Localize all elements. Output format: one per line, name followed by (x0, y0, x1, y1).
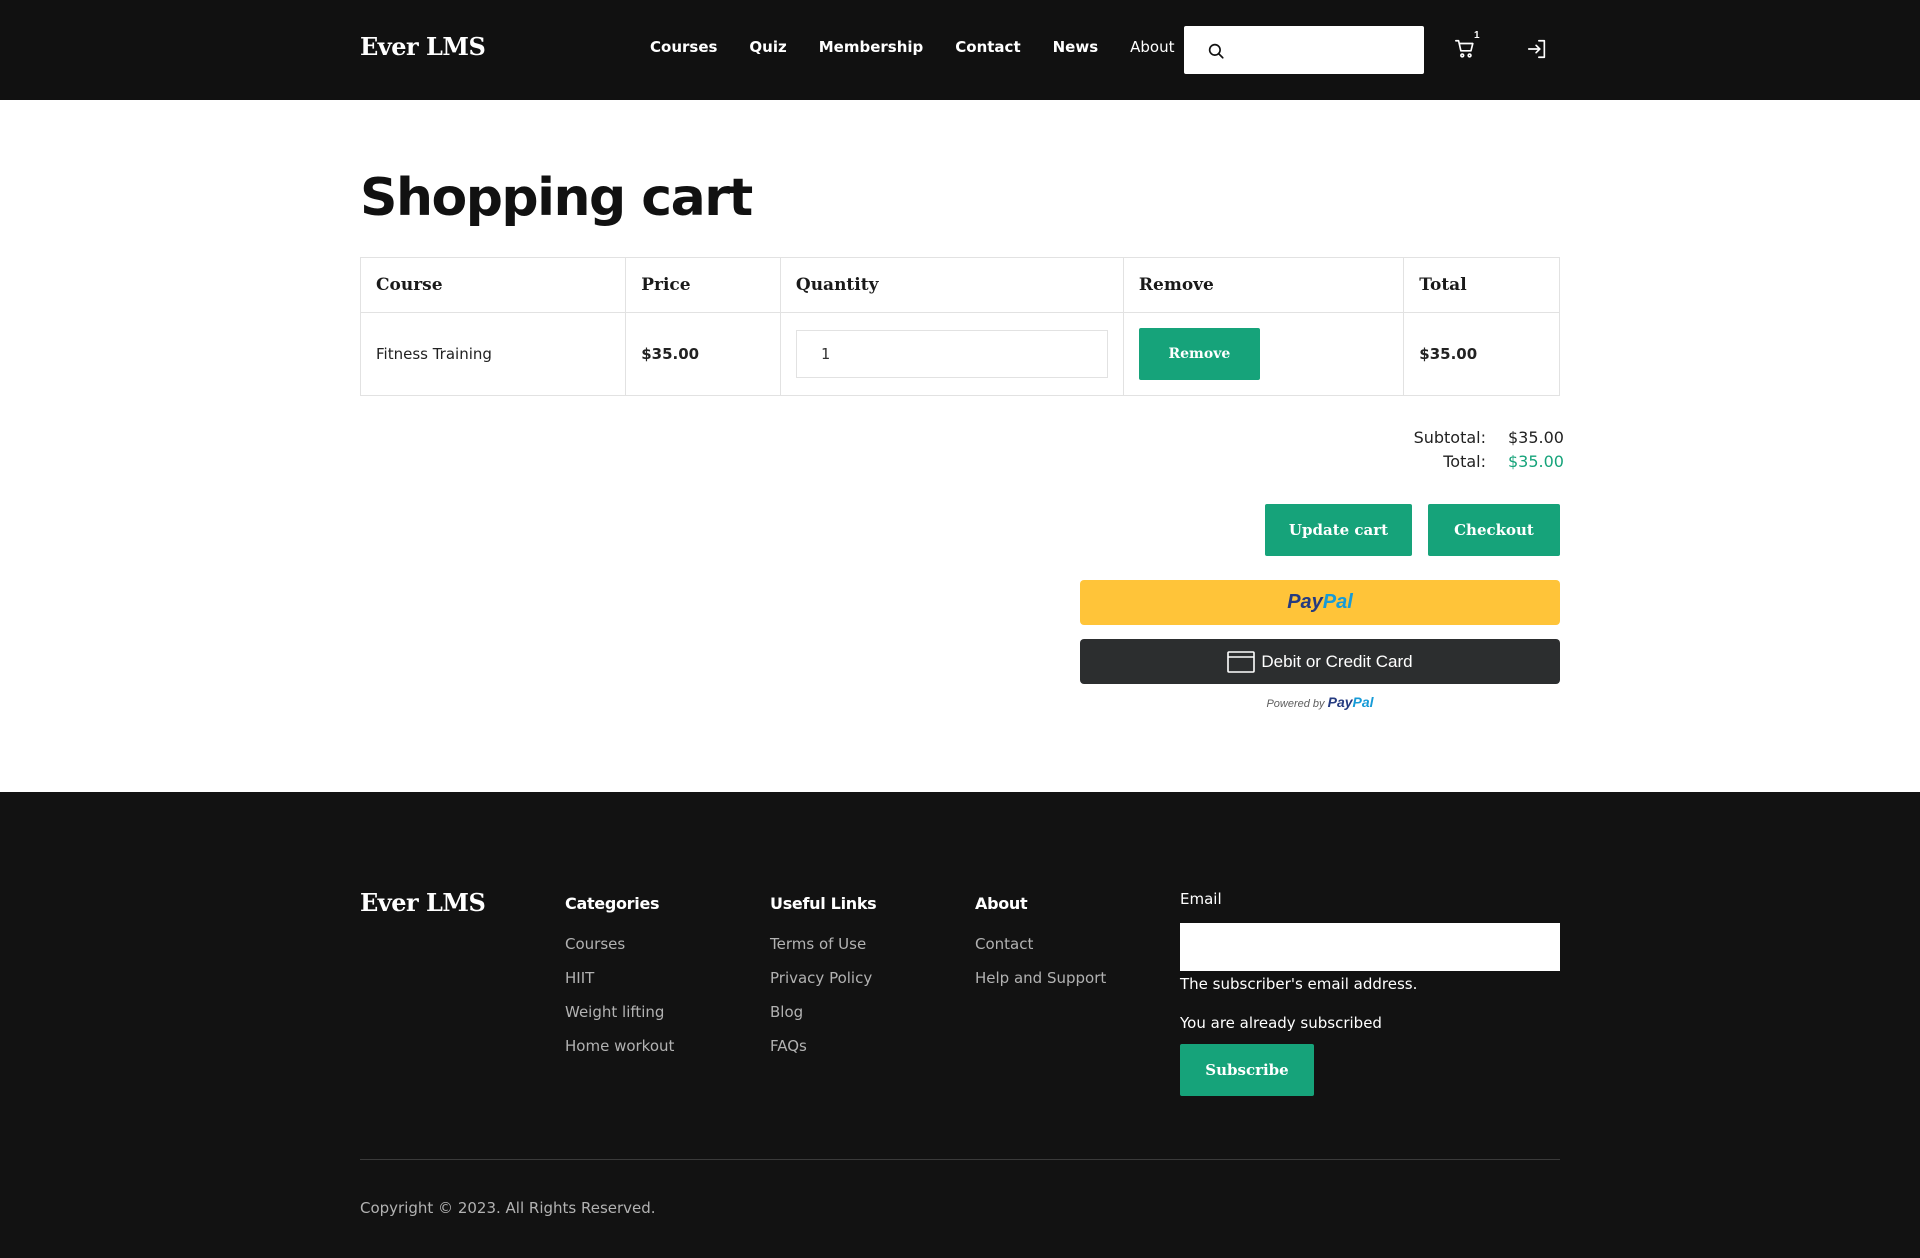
cart-icon[interactable] (1454, 38, 1476, 60)
cart-item-total: $35.00 (1403, 312, 1560, 396)
footer-link-faqs[interactable]: FAQs (770, 1037, 876, 1055)
search-input[interactable] (1232, 26, 1416, 74)
credit-card-icon (1227, 650, 1256, 673)
site-footer: Ever LMS Categories Courses HIIT Weight … (0, 792, 1920, 1258)
total-value: $35.00 (1508, 452, 1564, 471)
footer-link-help-support[interactable]: Help and Support (975, 969, 1106, 987)
search-icon[interactable] (1207, 42, 1225, 60)
column-header-quantity: Quantity (779, 257, 1124, 313)
nav-about-label: About (1130, 38, 1175, 56)
column-header-remove: Remove (1122, 257, 1405, 313)
search-box (1184, 26, 1424, 74)
cart-item-course: Fitness Training (359, 312, 627, 396)
remove-button[interactable]: Remove (1138, 328, 1260, 380)
footer-column-title: Useful Links (770, 894, 877, 913)
powered-paypal-pal: Pal (1352, 694, 1374, 710)
email-help-text: The subscriber's email address. (1180, 975, 1418, 993)
copyright: Copyright © 2023. All Rights Reserved. (360, 1199, 656, 1217)
footer-column-useful-links: Useful Links Terms of Use Privacy Policy… (770, 894, 877, 1071)
site-logo[interactable]: Ever LMS (360, 32, 486, 61)
subtotal-row: Subtotal: $35.00 (1260, 428, 1564, 447)
footer-column-categories: Categories Courses HIIT Weight lifting H… (565, 894, 674, 1071)
checkout-button[interactable]: Checkout (1428, 504, 1560, 556)
cart-item-remove-cell: Remove (1122, 312, 1405, 396)
footer-link-weight-lifting[interactable]: Weight lifting (565, 1003, 674, 1021)
footer-link-courses[interactable]: Courses (565, 935, 674, 953)
nav-membership[interactable]: Membership (819, 38, 924, 56)
footer-link-privacy[interactable]: Privacy Policy (770, 969, 876, 987)
column-header-total: Total (1403, 257, 1560, 313)
cart-table: Course Price Quantity Remove Total Fitne… (359, 257, 1560, 396)
paypal-logo-pay: Pay (1287, 591, 1323, 613)
footer-link-contact[interactable]: Contact (975, 935, 1106, 953)
cart-totals: Subtotal: $35.00 Total: $35.00 (1260, 428, 1564, 476)
footer-logo[interactable]: Ever LMS (360, 888, 486, 917)
paypal-button[interactable]: Pay Pal (1080, 580, 1560, 625)
debit-credit-card-button[interactable]: Debit or Credit Card (1080, 639, 1560, 684)
subtotal-value: $35.00 (1508, 428, 1564, 447)
column-header-course: Course (359, 257, 627, 313)
cart-item-price: $35.00 (625, 312, 781, 396)
footer-link-hiit[interactable]: HIIT (565, 969, 674, 987)
footer-divider (360, 1159, 1560, 1160)
powered-paypal-pay: Pay (1327, 694, 1353, 710)
footer-link-blog[interactable]: Blog (770, 1003, 876, 1021)
total-label: Total: (1443, 452, 1486, 471)
page-title: Shopping cart (360, 168, 753, 228)
email-input[interactable] (1180, 923, 1560, 971)
column-header-price: Price (625, 257, 781, 313)
footer-link-terms[interactable]: Terms of Use (770, 935, 876, 953)
nav-contact[interactable]: Contact (955, 38, 1020, 56)
footer-link-home-workout[interactable]: Home workout (565, 1037, 674, 1055)
login-icon[interactable] (1526, 38, 1548, 60)
card-button-label: Debit or Credit Card (1261, 651, 1413, 671)
footer-column-title: Categories (565, 894, 660, 913)
cart-item-quantity-cell (779, 312, 1124, 396)
update-cart-button[interactable]: Update cart (1265, 504, 1412, 556)
cart-count-badge: 1 (1474, 30, 1480, 41)
table-row: Fitness Training $35.00 Remove $35.00 (359, 312, 1560, 396)
subtotal-label: Subtotal: (1413, 428, 1486, 447)
footer-column-title: About (975, 894, 1028, 913)
paypal-logo-pal: Pal (1322, 591, 1353, 613)
subscribe-status: You are already subscribed (1180, 1014, 1382, 1032)
nav-quiz[interactable]: Quiz (749, 38, 786, 56)
email-label: Email (1180, 890, 1222, 908)
total-row: Total: $35.00 (1260, 452, 1564, 471)
top-navbar: Ever LMS Courses Quiz Membership Contact… (0, 0, 1920, 100)
footer-column-about: About Contact Help and Support (975, 894, 1106, 1003)
powered-by-paypal: Powered by PayPal (1080, 694, 1560, 710)
powered-by-label: Powered by (1266, 698, 1325, 710)
nav-news[interactable]: News (1053, 38, 1099, 56)
main-nav: Courses Quiz Membership Contact News Abo… (650, 38, 1197, 56)
subscribe-button[interactable]: Subscribe (1180, 1044, 1314, 1096)
nav-courses[interactable]: Courses (650, 38, 717, 56)
table-header-row: Course Price Quantity Remove Total (359, 257, 1560, 313)
quantity-input[interactable] (795, 330, 1108, 378)
